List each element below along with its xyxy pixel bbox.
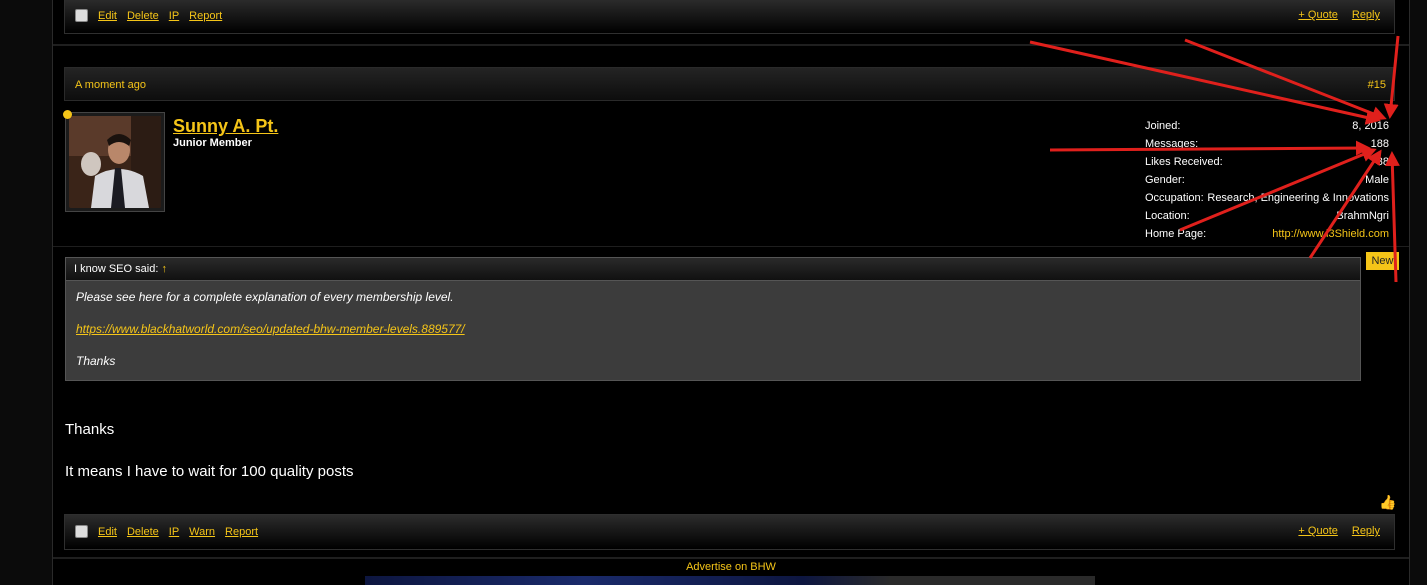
quote-line: Please see here for a complete explanati… <box>76 290 454 304</box>
message-text: It means I have to wait for 100 quality … <box>65 463 354 480</box>
quote-header: I know SEO said: ↑ <box>66 258 1360 281</box>
info-key: Occupation: <box>1145 192 1204 204</box>
delete-link[interactable]: Delete <box>127 526 159 538</box>
forum-thread-frame: Edit Delete IP Report + Quote Reply A mo… <box>52 0 1410 585</box>
quote-url-link[interactable]: https://www.blackhatworld.com/seo/update… <box>76 322 465 336</box>
info-homepage-row: Home Page: http://www.i3Shield.com <box>1143 228 1389 246</box>
info-value[interactable]: 188 <box>1371 138 1389 150</box>
info-key: Location: <box>1145 210 1190 222</box>
quote-jump-link[interactable]: ↑ <box>161 263 167 275</box>
info-value: 38 <box>1376 156 1389 168</box>
quote-link[interactable]: + Quote <box>1298 525 1337 537</box>
warn-link[interactable]: Warn <box>189 526 215 538</box>
post-separator <box>53 557 1409 559</box>
online-status-dot <box>63 110 72 119</box>
post-header: A moment ago #15 <box>64 67 1395 101</box>
quote-line: Thanks <box>76 354 116 368</box>
reply-link[interactable]: Reply <box>1352 9 1380 21</box>
info-likes-row: Likes Received: 38 <box>1143 156 1389 174</box>
user-info-panel: Joined: 8, 2016 Messages: 188 Likes Rece… <box>1143 120 1389 246</box>
quote-author: I know SEO said: <box>74 263 159 275</box>
quote-link[interactable]: + Quote <box>1298 9 1337 21</box>
info-key: Messages: <box>1145 138 1199 150</box>
quote-block: I know SEO said: ↑ Please see here for a… <box>65 257 1361 381</box>
username-link[interactable]: Sunny A. Pt. <box>173 116 278 137</box>
user-title: Junior Member <box>173 137 252 149</box>
new-badge: New <box>1366 252 1399 270</box>
report-link[interactable]: Report <box>189 10 222 22</box>
message-text: Thanks <box>65 421 115 438</box>
post-action-bar: Edit Delete IP Warn Report + Quote Reply <box>64 514 1395 550</box>
post-divider <box>53 246 1409 247</box>
select-post-checkbox[interactable] <box>75 9 88 22</box>
quote-body: Please see here for a complete explanati… <box>66 281 1360 368</box>
previous-post-action-bar: Edit Delete IP Report + Quote Reply <box>64 0 1395 34</box>
edit-link[interactable]: Edit <box>98 10 117 22</box>
reply-link[interactable]: Reply <box>1352 525 1380 537</box>
advertise-link[interactable]: Advertise on BHW <box>53 561 1409 573</box>
post-separator <box>53 44 1409 46</box>
info-value: 8, 2016 <box>1352 120 1389 132</box>
post-timestamp[interactable]: A moment ago <box>75 79 146 91</box>
delete-link[interactable]: Delete <box>127 10 159 22</box>
info-messages-row: Messages: 188 <box>1143 138 1389 156</box>
info-key: Likes Received: <box>1145 156 1223 168</box>
like-thumb-icon[interactable]: 👍 <box>1379 494 1396 511</box>
ad-banner[interactable] <box>365 576 1095 585</box>
ip-link[interactable]: IP <box>169 526 179 538</box>
info-location-row: Location: BrahmNgri <box>1143 210 1389 228</box>
info-key: Joined: <box>1145 120 1181 132</box>
select-post-checkbox[interactable] <box>75 525 88 538</box>
info-occupation-row: Occupation: Research, Engineering & Inno… <box>1143 192 1389 210</box>
info-joined-row: Joined: 8, 2016 <box>1143 120 1389 138</box>
info-value: Research, Engineering & Innovations <box>1207 192 1389 204</box>
ip-link[interactable]: IP <box>169 10 179 22</box>
report-link[interactable]: Report <box>225 526 258 538</box>
info-key: Gender: <box>1145 174 1185 186</box>
homepage-link[interactable]: http://www.i3Shield.com <box>1272 228 1389 240</box>
info-gender-row: Gender: Male <box>1143 174 1389 192</box>
edit-link[interactable]: Edit <box>98 526 117 538</box>
info-value: Male <box>1365 174 1389 186</box>
info-key: Home Page: <box>1145 228 1207 240</box>
avatar-photo <box>69 116 161 208</box>
info-value: BrahmNgri <box>1336 210 1389 222</box>
post-number[interactable]: #15 <box>1368 79 1386 91</box>
avatar[interactable] <box>65 112 165 212</box>
